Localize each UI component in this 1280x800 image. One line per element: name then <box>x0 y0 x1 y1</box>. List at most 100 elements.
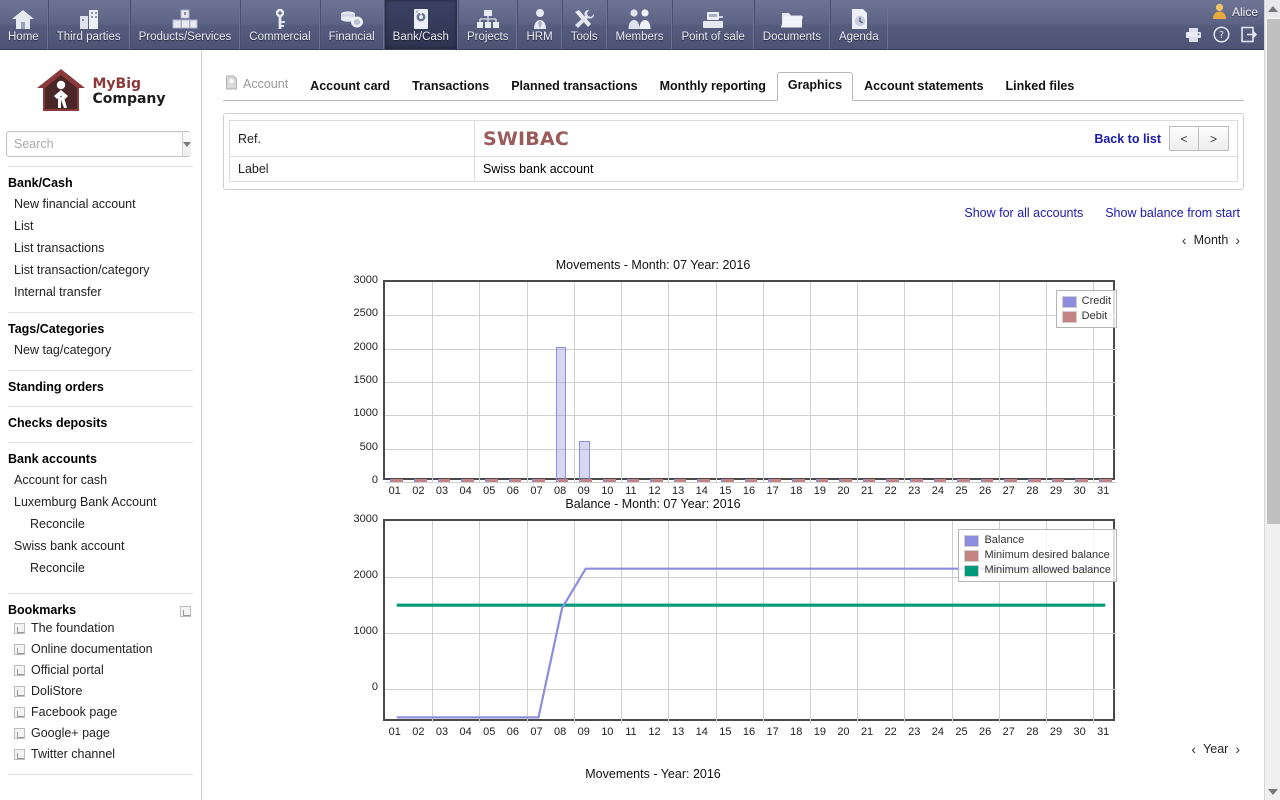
tab-account[interactable]: Account <box>223 70 299 100</box>
top-menu-item-financial[interactable]: Financial <box>320 0 384 49</box>
tab-graphics[interactable]: Graphics <box>777 72 853 101</box>
bar-debit <box>463 479 474 482</box>
company-logo[interactable]: MyBig Company <box>0 50 201 127</box>
tab-planned-transactions[interactable]: Planned transactions <box>500 74 648 100</box>
x-axis-tick-label: 01 <box>389 726 401 738</box>
top-menu-item-label: Agenda <box>839 31 879 44</box>
movements-month-chart-title: Movements - Month: 07 Year: 2016 <box>203 258 1103 272</box>
legend-label: Credit <box>1082 294 1111 309</box>
scrollbar-thumb[interactable] <box>1267 19 1280 524</box>
sidebar-item-new-tag-category[interactable]: New tag/category <box>0 339 201 361</box>
bar-debit <box>770 479 781 482</box>
scroll-down-button[interactable] <box>1265 783 1280 800</box>
sidebar-section-title-standing-orders: Standing orders <box>0 371 201 397</box>
tab-monthly-reporting[interactable]: Monthly reporting <box>649 74 777 100</box>
top-menu-item-third-parties[interactable]: Third parties <box>48 0 130 49</box>
top-menu-bar: HomeThird partiesProducts/ServicesCommer… <box>0 0 1280 50</box>
tab-transactions[interactable]: Transactions <box>401 74 500 100</box>
bookmark-item-dolistore[interactable]: DoliStore <box>0 680 201 701</box>
top-menu-item-products-services[interactable]: Products/Services <box>130 0 241 49</box>
previous-year-button[interactable]: ‹ <box>1191 741 1196 757</box>
bookmark-icon <box>14 749 25 760</box>
top-menu-item-hrm[interactable]: HRM <box>517 0 561 49</box>
legend-label: Minimum desired balance <box>984 548 1109 563</box>
sidebar-item-internal-transfer[interactable]: Internal transfer <box>0 281 201 303</box>
top-menu-item-point-of-sale[interactable]: Point of sale <box>672 0 753 49</box>
y-gridline <box>385 449 1117 450</box>
next-month-button[interactable]: › <box>1235 232 1240 248</box>
tab-account-statements[interactable]: Account statements <box>853 74 994 100</box>
x-axis-tick-label: 27 <box>1003 485 1015 497</box>
top-menu-item-bank-cash[interactable]: Bank/Cash <box>384 0 458 49</box>
x-axis-tick-label: 07 <box>530 726 542 738</box>
help-icon[interactable]: ? <box>1213 26 1230 46</box>
sidebar-item-luxemburg-bank-account[interactable]: Luxemburg Bank Account <box>0 491 201 513</box>
search-box[interactable] <box>6 131 191 157</box>
movements-month-chart[interactable]: 0500100015002000250030000102030405060708… <box>203 272 1262 487</box>
next-record-button[interactable]: > <box>1199 126 1229 151</box>
legend-entry: Balance <box>964 533 1111 548</box>
x-axis-tick-label: 18 <box>790 726 802 738</box>
sidebar-item-list-transactions[interactable]: List transactions <box>0 237 201 259</box>
sidebar-item-reconcile[interactable]: Reconcile <box>0 557 201 579</box>
y-gridline <box>385 315 1117 316</box>
top-menu-item-projects[interactable]: Projects <box>458 0 518 49</box>
print-icon[interactable] <box>1185 27 1202 46</box>
building-icon <box>76 6 102 30</box>
top-menu-item-members[interactable]: Members <box>607 0 673 49</box>
previous-record-button[interactable]: < <box>1169 126 1199 151</box>
x-axis-tick-label: 09 <box>578 726 590 738</box>
previous-month-button[interactable]: ‹ <box>1182 232 1187 248</box>
page-scrollbar[interactable] <box>1264 0 1280 800</box>
sidebar-item-new-financial-account[interactable]: New financial account <box>0 193 201 215</box>
scroll-up-button[interactable] <box>1265 0 1280 17</box>
back-to-list-link[interactable]: Back to list <box>1094 132 1161 146</box>
tab-account-card[interactable]: Account card <box>299 74 401 100</box>
sidebar-item-reconcile[interactable]: Reconcile <box>0 513 201 535</box>
user-menu[interactable]: Alice <box>1211 2 1258 22</box>
legend-label: Debit <box>1082 309 1108 324</box>
search-dropdown-button[interactable] <box>182 132 191 156</box>
sidebar-item-swiss-bank-account[interactable]: Swiss bank account <box>0 535 201 557</box>
search-input[interactable] <box>7 132 182 156</box>
edit-bookmarks-icon[interactable] <box>180 606 191 617</box>
bookmark-item-facebook-page[interactable]: Facebook page <box>0 701 201 722</box>
top-menu-item-label: HRM <box>526 31 552 44</box>
bookmark-item-online-documentation[interactable]: Online documentation <box>0 638 201 659</box>
card-actions: Back to list < > <box>1094 126 1229 151</box>
top-menu-item-home[interactable]: Home <box>0 0 48 49</box>
x-axis-tick-label: 22 <box>885 726 897 738</box>
bookmark-item-google-page[interactable]: Google+ page <box>0 722 201 743</box>
next-year-button[interactable]: › <box>1235 741 1240 757</box>
bar-debit <box>534 479 545 482</box>
account-summary-card: Ref. SWIBAC Back to list < > <box>223 113 1244 190</box>
top-menu-item-tools[interactable]: Tools <box>562 0 607 49</box>
sidebar-item-account-for-cash[interactable]: Account for cash <box>0 469 201 491</box>
x-axis-tick-label: 09 <box>578 485 590 497</box>
x-axis-tick-label: 13 <box>672 485 684 497</box>
top-menu-item-commercial[interactable]: Commercial <box>240 0 319 49</box>
tab-linked-files[interactable]: Linked files <box>995 74 1086 100</box>
top-menu-item-label: Documents <box>763 31 821 44</box>
top-menu-item-documents[interactable]: Documents <box>754 0 830 49</box>
bar-debit <box>865 479 876 482</box>
bar-debit <box>605 479 616 482</box>
logout-icon[interactable] <box>1241 26 1258 46</box>
bookmark-item-twitter-channel[interactable]: Twitter channel <box>0 743 201 764</box>
bookmark-item-official-portal[interactable]: Official portal <box>0 659 201 680</box>
bookmark-icon <box>14 728 25 739</box>
top-menu-item-agenda[interactable]: Agenda <box>830 0 888 49</box>
link-show-for-all-accounts[interactable]: Show for all accounts <box>964 206 1083 220</box>
x-axis-tick-label: 26 <box>979 726 991 738</box>
sidebar-item-list[interactable]: List <box>0 215 201 237</box>
sidebar-item-list-transaction-category[interactable]: List transaction/category <box>0 259 201 281</box>
tab-label: Account card <box>310 79 390 93</box>
balance-month-chart[interactable]: 0100020003000010203040506070809101112131… <box>203 511 1262 733</box>
bookmark-item-the-foundation[interactable]: The foundation <box>0 617 201 638</box>
x-axis-tick-label: 26 <box>979 485 991 497</box>
link-show-balance-from-start[interactable]: Show balance from start <box>1105 206 1240 220</box>
x-axis-tick-label: 08 <box>554 726 566 738</box>
search-area <box>0 127 201 157</box>
x-gridline <box>621 282 622 482</box>
x-axis-tick-label: 31 <box>1097 726 1109 738</box>
